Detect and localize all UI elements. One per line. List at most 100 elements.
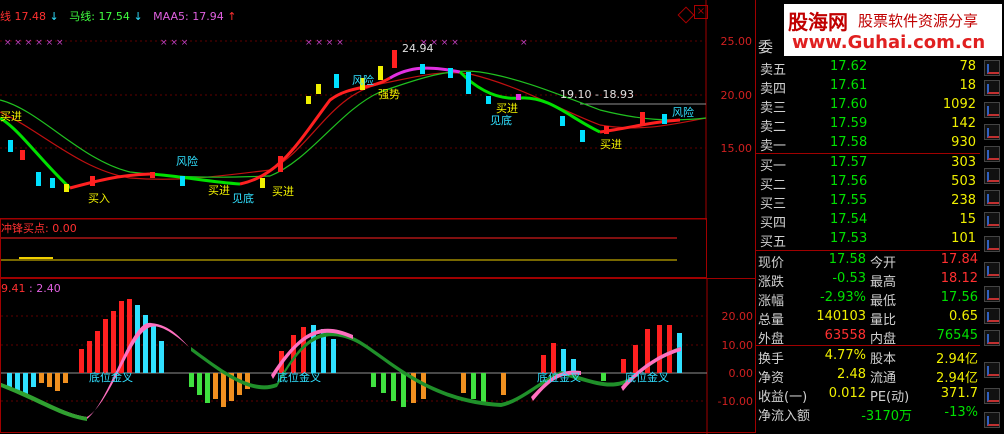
- signal-label-3: 底位金叉: [537, 371, 581, 384]
- toolbar-button[interactable]: [984, 124, 1000, 140]
- buy-vol: 238: [951, 193, 976, 208]
- main-chart-panel[interactable]: × × × × × × × × × × × × × × × × × × 线 17…: [0, 0, 755, 220]
- ind2-arrow: ↓: [133, 10, 143, 23]
- stat-value: 18.12: [940, 271, 978, 286]
- macd-svg: [1, 279, 708, 434]
- stat-value: 63558: [824, 328, 866, 343]
- toolbar-button[interactable]: [984, 236, 1000, 252]
- stats-row: 涨幅 -2.93% 最低 17.56: [756, 288, 980, 309]
- panel-close-icon[interactable]: ×: [694, 5, 708, 19]
- stat-value: 4.77%: [824, 348, 866, 363]
- brand-url: www.Guhai.com.cn: [792, 32, 986, 53]
- annotation-fengxian-2: 风险: [352, 74, 374, 87]
- buy-vol: 15: [959, 212, 976, 227]
- ind2-value: 17.54: [98, 10, 130, 23]
- ma-legend: 线 17.48 ↓ 马线: 17.54 ↓ MAA5: 17.94 ↑: [0, 10, 237, 23]
- annotation-qiangshi: 强势: [378, 88, 400, 101]
- main-ytick-15: 15.00: [720, 142, 753, 155]
- toolbar-button[interactable]: [984, 190, 1000, 206]
- buy-row: 买一 17.57 303: [758, 154, 980, 174]
- signal-label-1: 底位金叉: [89, 371, 133, 384]
- toolbar-button[interactable]: [984, 286, 1000, 302]
- buy-vol: 101: [951, 231, 976, 246]
- toolbar-button[interactable]: [984, 212, 1000, 228]
- candles: [8, 50, 667, 192]
- sell-vol: 930: [951, 135, 976, 150]
- sell-price: 17.61: [830, 78, 868, 93]
- toolbar-button[interactable]: [984, 308, 1000, 324]
- annotation-jiandi-2: 见底: [490, 114, 512, 127]
- buy-price: 17.54: [830, 212, 868, 227]
- stat-value: -2.93%: [820, 290, 866, 305]
- toolbar-button[interactable]: [984, 168, 1000, 184]
- annotation-fengxian-1: 风险: [176, 155, 198, 168]
- macd-panel[interactable]: 9.41 : 2.40 20.00 10.00 0.00 -10.00 底位金叉…: [0, 278, 757, 434]
- stat-value: 140103: [816, 309, 866, 324]
- toolbar-button[interactable]: [984, 362, 1000, 378]
- quote-header: 委: [758, 38, 774, 56]
- macd-ytick-0: 0.00: [728, 367, 754, 380]
- toolbar-button[interactable]: [984, 262, 1000, 278]
- buy-name: 买四: [760, 216, 787, 231]
- stat-value: -3170万: [861, 409, 912, 424]
- stat-label: 净流入额: [758, 409, 811, 424]
- stats-row: 净资 2.48 流通 2.94亿: [756, 365, 980, 386]
- brand-banner: 股海网 股票软件资源分享 www.Guhai.com.cn: [784, 4, 1002, 56]
- brand-logo: 股海网: [788, 10, 848, 34]
- annotation-maijin-3: 买进: [272, 185, 294, 198]
- stats-row: 外盘 63558 内盘 76545: [756, 326, 980, 347]
- buy-name: 买五: [760, 235, 787, 250]
- ind2-label: 马线: [69, 10, 92, 23]
- ind1-arrow: ↓: [49, 10, 59, 23]
- annotation-maijin-2: 买进: [208, 184, 230, 197]
- main-ytick-20: 20.00: [720, 89, 753, 102]
- stat-value: 17.58: [828, 252, 866, 267]
- ind1-value: 17.48: [14, 10, 47, 23]
- toolbar-button[interactable]: [984, 146, 1000, 162]
- sell-name: 卖三: [760, 101, 787, 116]
- annotation-jiandi-1: 见底: [232, 192, 254, 205]
- sell-name: 卖二: [760, 120, 787, 135]
- buy-row: 买五 17.53 101: [758, 230, 980, 250]
- macd-ytick-20: 20.00: [721, 310, 754, 323]
- annotation-fengxian-3: 风险: [672, 106, 694, 119]
- sell-vol: 78: [959, 59, 976, 74]
- annotation-high: 24.94: [402, 42, 434, 55]
- toolbar-button[interactable]: [984, 102, 1000, 118]
- stat-value: 17.84: [940, 252, 978, 267]
- signal-label-2: 底位金叉: [277, 371, 321, 384]
- svg-text:×: ×: [520, 38, 528, 48]
- macd-ytick-neg10: -10.00: [717, 395, 753, 408]
- mid-indicator-panel[interactable]: 冲锋买点: 0.00: [0, 218, 707, 278]
- signal-label-4: 底位金叉: [625, 371, 669, 384]
- sell-row: 卖二 17.59 142: [758, 115, 980, 135]
- buy-vol: 503: [951, 174, 976, 189]
- svg-text:× × × ×: × × × ×: [305, 38, 344, 48]
- buy-name: 买三: [760, 197, 787, 212]
- toolbar-button[interactable]: [984, 60, 1000, 76]
- sell-row: 卖三 17.60 1092: [758, 96, 980, 116]
- ind3-value: 17.94: [192, 10, 224, 23]
- main-chart-svg: × × × × × × × × × × × × × × × × × ×: [0, 0, 707, 220]
- toolbar-button[interactable]: [984, 388, 1000, 404]
- sell-name: 卖一: [760, 139, 787, 154]
- stat-value: 76545: [936, 328, 978, 343]
- annotation-maijin-1: 买进: [0, 110, 22, 123]
- main-ytick-25: 25.00: [720, 35, 753, 48]
- macd-ytick-10: 10.00: [721, 339, 754, 352]
- annotation-maijin-5: 买进: [600, 138, 622, 151]
- brand-slogan: 股票软件资源分享: [858, 12, 979, 30]
- sell-vol: 142: [951, 116, 976, 131]
- buy-price: 17.57: [830, 155, 868, 170]
- stats-row: 涨跌 -0.53 最高 18.12: [756, 269, 980, 290]
- stat-value: 17.56: [940, 290, 978, 305]
- sell-row: 卖四 17.61 18: [758, 77, 980, 97]
- sell-name: 卖四: [760, 82, 787, 97]
- stats-row: 收益(一) 0.012 PE(动) 371.7: [756, 384, 980, 405]
- sell-price: 17.58: [830, 135, 868, 150]
- toolbar-button[interactable]: [984, 412, 1000, 428]
- toolbar-button[interactable]: [984, 80, 1000, 96]
- toolbar-button[interactable]: [984, 330, 1000, 346]
- buy-name: 买一: [760, 159, 787, 174]
- buy-vol: 303: [951, 155, 976, 170]
